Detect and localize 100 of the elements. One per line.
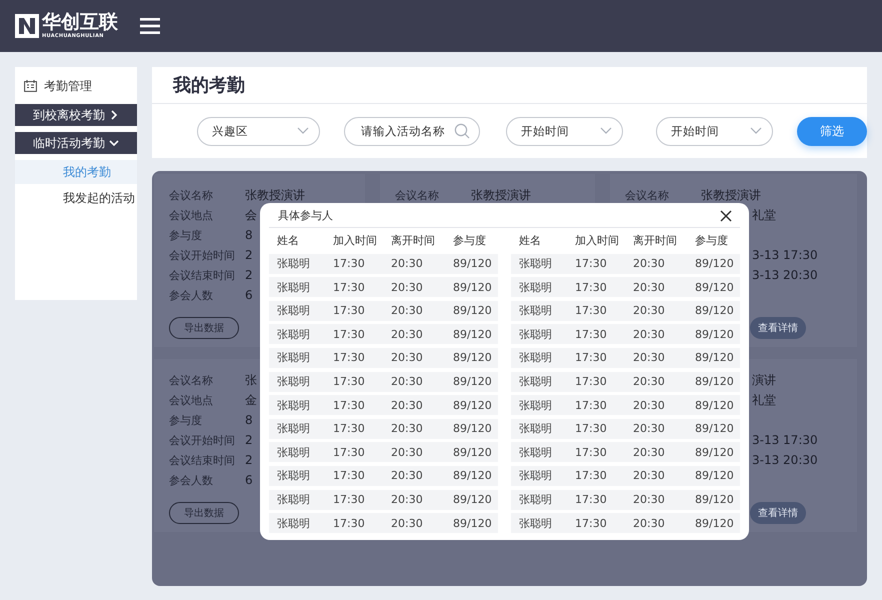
field-value: 演讲 [752,372,776,388]
table-cell: 17:30 [567,466,625,486]
table-cell: 89/120 [445,513,498,534]
column-header: 参与度 [452,232,487,248]
sidebar-title: 考勤管理 [44,78,92,94]
table-cell: 20:30 [383,490,445,510]
table-cell: 89/120 [687,277,740,298]
menu-icon[interactable] [140,18,160,34]
field-value: 张教授演讲 [701,186,761,204]
table-cell: 17:30 [325,418,383,439]
table-cell: 89/120 [445,372,498,392]
table-cell: 89/120 [445,300,498,321]
table-cell: 20:30 [383,300,445,321]
table-cell: 89/120 [687,490,740,510]
table-cell: 89/120 [445,490,498,510]
sidebar-item[interactable]: 我发起的活动 [15,186,137,210]
table-cell: 张聪明 [511,324,567,344]
chevron-down-icon [600,127,612,135]
table-cell: 17:30 [325,324,383,344]
table-cell: 17:30 [325,442,383,462]
table-cell: 89/120 [687,418,740,439]
table-cell: 张聪明 [269,442,325,462]
id-card-icon [24,80,37,92]
field-label: 参会人数 [169,472,214,488]
column-header: 姓名 [276,232,300,248]
table-cell: 20:30 [625,300,687,321]
field-label: 会议名称 [625,188,670,202]
table-cell: 20:30 [625,348,687,368]
table-cell: 89/120 [687,300,740,321]
table-cell: 20:30 [625,372,687,392]
field-label: 会议名称 [395,188,440,202]
table-cell: 89/120 [687,395,740,416]
table-cell: 17:30 [567,513,625,534]
column-header: 姓名 [518,232,542,248]
field-label: 会议地点 [169,392,214,408]
table-cell: 张聪明 [269,348,325,368]
field-value: 3-13 17:30 [752,433,818,447]
table-cell: 17:30 [567,442,625,462]
column-header: 加入时间 [574,232,620,248]
table-cell: 89/120 [445,442,498,462]
select-field[interactable]: 开始时间 [656,116,773,146]
table-cell: 张聪明 [511,277,567,298]
table-cell: 89/120 [687,442,740,462]
table-cell: 20:30 [383,324,445,344]
table-cell: 89/120 [687,372,740,392]
table-cell: 20:30 [625,513,687,534]
field-label: 会议结束时间 [169,268,236,282]
table-cell: 89/120 [445,395,498,416]
table-cell: 17:30 [567,418,625,439]
table-cell: 17:30 [567,490,625,510]
table-cell: 张聪明 [511,513,567,534]
field-label: 参与度 [169,412,203,428]
table-cell: 20:30 [383,513,445,534]
table-cell: 17:30 [325,254,383,274]
details-button[interactable]: 查看详情 [750,502,806,524]
field-value: 3-13 20:30 [752,268,818,282]
table-cell: 20:30 [383,466,445,486]
field-label: 会议名称 [169,372,214,388]
table-cell: 20:30 [625,466,687,486]
table-cell: 17:30 [325,300,383,321]
table-cell: 20:30 [625,442,687,462]
table-cell: 17:30 [567,348,625,368]
table-cell: 张聪明 [511,418,567,439]
close-button[interactable] [720,210,732,222]
table-cell: 张聪明 [511,348,567,368]
sidebar-group[interactable]: 到校离校考勤 [15,104,137,126]
table-cell: 20:30 [625,490,687,510]
table-cell: 20:30 [383,442,445,462]
table-cell: 89/120 [687,513,740,534]
table-cell: 张聪明 [511,372,567,392]
select-field[interactable]: 开始时间 [506,116,623,146]
dialog-title: 具体参与人 [278,208,333,223]
column-header: 离开时间 [632,232,678,248]
field-label: 会议开始时间 [169,248,236,262]
table-cell: 17:30 [567,395,625,416]
table-cell: 张聪明 [269,372,325,392]
table-cell: 张聪明 [511,466,567,486]
details-button[interactable]: 查看详情 [750,317,806,339]
table-cell: 89/120 [687,348,740,368]
field-value: 2 [245,453,253,467]
field-label: 会议开始时间 [169,432,236,448]
table-cell: 20:30 [383,254,445,274]
table-cell: 89/120 [445,418,498,439]
field-value: 礼堂 [752,206,776,224]
table-cell: 张聪明 [269,277,325,298]
table-cell: 20:30 [625,277,687,298]
field-label: 参会人数 [169,288,214,302]
table-cell: 89/120 [687,466,740,486]
select-field[interactable]: 兴趣区 [197,116,320,146]
field-value: 6 [245,473,253,487]
sidebar-group[interactable]: 临时活动考勤 [15,132,137,154]
table-cell: 张聪明 [269,254,325,274]
search-field[interactable]: 请输入活动名称 [344,116,480,146]
table-cell: 89/120 [445,324,498,344]
table-cell: 张聪明 [269,395,325,416]
table-cell: 张聪明 [269,418,325,439]
field-value: 3-13 20:30 [752,453,818,467]
chevron-down-icon [109,138,119,148]
table-cell: 张聪明 [269,300,325,321]
table-cell: 17:30 [325,348,383,368]
